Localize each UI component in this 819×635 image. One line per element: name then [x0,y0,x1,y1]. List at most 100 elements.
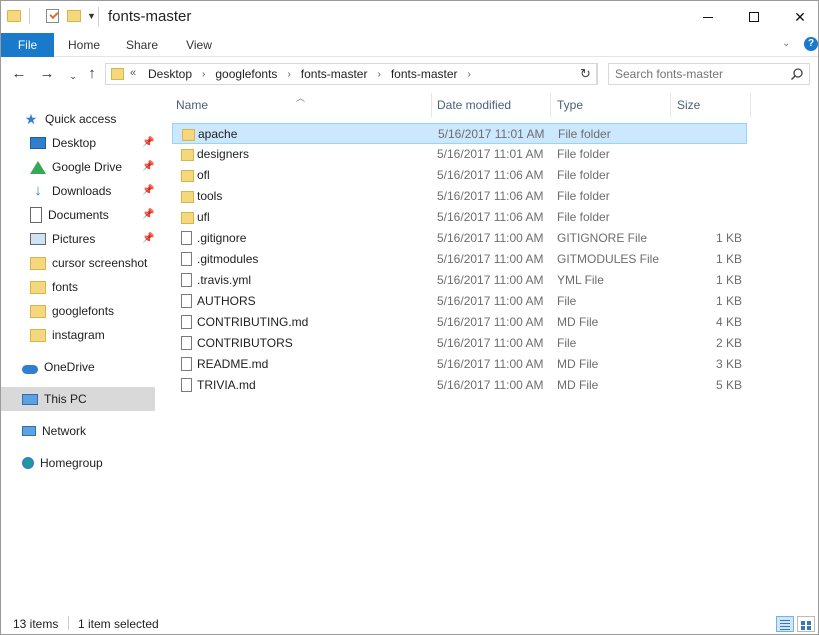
chevron-right-icon[interactable]: › [194,69,213,80]
maximize-button[interactable] [731,1,777,33]
folder-icon [181,170,194,182]
file-icon [181,294,192,308]
folder-icon [181,149,194,161]
tab-share[interactable]: Share [119,33,165,57]
column-header-size[interactable]: Size [671,91,750,119]
divider [68,616,69,630]
table-row[interactable]: tools 5/16/2017 11:06 AM File folder [172,186,747,207]
forward-button[interactable]: → [37,65,57,83]
sidebar-item-label: Desktop [52,136,97,150]
chevron-right-icon[interactable]: › [369,69,388,80]
tab-file[interactable]: File [1,33,54,57]
folder-icon [181,212,194,224]
table-row[interactable]: AUTHORS 5/16/2017 11:00 AM File 1 KB [172,291,747,312]
file-icon [181,378,192,392]
chevron-right-icon[interactable]: › [460,69,479,80]
pin-icon[interactable]: 📌 [142,209,154,220]
new-folder-icon[interactable] [67,10,81,22]
table-row[interactable]: TRIVIA.md 5/16/2017 11:00 AM MD File 5 K… [172,375,747,396]
file-date: 5/16/2017 11:06 AM [437,210,544,224]
back-button[interactable]: ← [9,65,29,83]
sidebar-item-instagram[interactable]: instagram [1,323,155,347]
breadcrumb-item[interactable]: googlefonts [213,67,279,81]
pin-icon[interactable]: 📌 [142,185,154,196]
sidebar-item-documents[interactable]: Documents 📌 [1,203,155,227]
refresh-button[interactable]: ↻ [575,63,597,85]
file-name: TRIVIA.md [197,378,256,392]
file-type: MD File [557,357,599,371]
pin-icon[interactable]: 📌 [142,161,154,172]
file-name: .travis.yml [197,273,251,287]
sidebar-item-googlefonts[interactable]: googlefonts [1,299,155,323]
file-name: CONTRIBUTING.md [197,315,309,329]
search-input[interactable] [615,67,785,81]
file-type: MD File [557,315,599,329]
file-date: 5/16/2017 11:00 AM [437,357,544,371]
large-icons-view-icon[interactable] [797,616,815,632]
column-header-type[interactable]: Type [551,91,670,119]
sidebar-item-downloads[interactable]: ↓ Downloads 📌 [1,179,155,203]
customize-toolbar-icon[interactable]: ▼ [87,11,96,21]
address-overflow[interactable]: « [130,67,136,79]
ribbon-tabs: File Home Share View ⌄ ? [1,33,818,57]
recent-locations-icon[interactable]: ⌄ [63,67,83,85]
pin-icon[interactable]: 📌 [142,233,154,244]
file-size: 1 KB [715,273,742,287]
table-row[interactable]: ufl 5/16/2017 11:06 AM File folder [172,207,747,228]
column-header-name[interactable]: Name [170,91,431,119]
maximize-icon [749,12,759,22]
close-icon: ✕ [794,8,806,25]
sidebar-item-onedrive[interactable]: OneDrive [1,355,155,379]
sidebar-item-network[interactable]: Network [1,419,155,443]
sidebar-item-this-pc[interactable]: This PC [1,387,155,411]
properties-icon[interactable] [46,9,59,23]
file-type: File folder [557,168,610,182]
details-view-icon[interactable] [776,616,794,632]
table-row[interactable]: README.md 5/16/2017 11:00 AM MD File 3 K… [172,354,747,375]
sidebar-item-pictures[interactable]: Pictures 📌 [1,227,155,251]
sidebar-item-cursor-screenshot[interactable]: cursor screenshot [1,251,155,275]
chevron-right-icon[interactable]: › [279,69,298,80]
breadcrumb-item[interactable]: fonts-master [299,67,370,81]
table-row[interactable]: CONTRIBUTORS 5/16/2017 11:00 AM File 2 K… [172,333,747,354]
column-header-date[interactable]: Date modified [431,91,550,119]
sidebar-item-label: Homegroup [40,456,103,470]
sidebar-item-google-drive[interactable]: Google Drive 📌 [1,155,155,179]
table-row[interactable]: apache 5/16/2017 11:01 AM File folder [172,123,747,144]
sidebar-item-fonts[interactable]: fonts [1,275,155,299]
navigation-bar: ← → ⌄ ↑ « Desktop › googlefonts › fonts-… [1,57,818,91]
table-row[interactable]: .gitignore 5/16/2017 11:00 AM GITIGNORE … [172,228,747,249]
search-icon[interactable] [790,67,804,81]
sidebar-item-homegroup[interactable]: Homegroup [1,451,155,475]
file-size: 1 KB [715,231,742,245]
table-row[interactable]: CONTRIBUTING.md 5/16/2017 11:00 AM MD Fi… [172,312,747,333]
tab-home[interactable]: Home [61,33,107,57]
table-row[interactable]: .gitmodules 5/16/2017 11:00 AM GITMODULE… [172,249,747,270]
google-drive-icon [30,160,46,174]
breadcrumb-item[interactable]: Desktop [146,67,194,81]
table-row[interactable]: designers 5/16/2017 11:01 AM File folder [172,144,747,165]
up-button[interactable]: ↑ [82,65,102,83]
address-bar[interactable]: « Desktop › googlefonts › fonts-master ›… [105,63,670,85]
sidebar-item-quick-access[interactable]: ★ Quick access [1,107,155,131]
file-date: 5/16/2017 11:06 AM [437,168,544,182]
file-name: designers [197,147,250,161]
file-icon [181,273,192,287]
expand-ribbon-icon[interactable]: ⌄ [782,38,790,49]
folder-icon [111,68,124,80]
file-icon [181,315,192,329]
tab-view[interactable]: View [176,33,222,57]
column-divider[interactable] [750,93,751,117]
close-button[interactable]: ✕ [777,1,818,33]
minimize-button[interactable] [685,1,731,33]
breadcrumb-item[interactable]: fonts-master [389,67,460,81]
sidebar-item-label: This PC [44,392,87,406]
help-icon[interactable]: ? [804,37,818,51]
sidebar-item-desktop[interactable]: Desktop 📌 [1,131,155,155]
file-type: File folder [558,127,611,141]
pin-icon[interactable]: 📌 [142,137,154,148]
table-row[interactable]: ofl 5/16/2017 11:06 AM File folder [172,165,747,186]
search-box[interactable] [608,63,810,85]
sidebar-item-label: Downloads [52,184,112,198]
table-row[interactable]: .travis.yml 5/16/2017 11:00 AM YML File … [172,270,747,291]
